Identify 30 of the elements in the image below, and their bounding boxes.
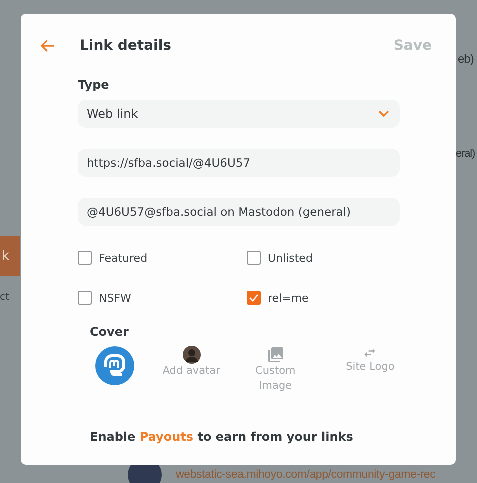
- checkbox-label: Featured: [99, 252, 148, 265]
- checkmark-icon: [249, 294, 259, 302]
- link-title: eb): [458, 52, 474, 66]
- checkbox-label: NSFW: [99, 292, 132, 305]
- payouts-link[interactable]: Payouts: [140, 430, 194, 444]
- save-button[interactable]: Save: [394, 38, 432, 54]
- checkbox-label: rel=me: [268, 292, 309, 305]
- checkbox[interactable]: [247, 251, 261, 265]
- cover-option[interactable]: Site Logo: [308, 346, 432, 376]
- checkbox[interactable]: [78, 251, 92, 265]
- link-title: eral): [456, 148, 476, 160]
- checkbox[interactable]: [78, 291, 92, 305]
- checkbox-label: Unlisted: [268, 252, 313, 265]
- avatar-icon: [182, 346, 201, 364]
- chevron-down-icon: [378, 110, 390, 118]
- mastodon-logo-icon: [95, 346, 136, 386]
- type-label: Type: [78, 78, 110, 92]
- image-icon: [266, 346, 285, 364]
- cover-label: Cover: [90, 325, 130, 339]
- checkbox[interactable]: [247, 291, 261, 305]
- type-select[interactable]: Web link: [78, 100, 400, 128]
- cover-option[interactable]: Custom Image: [242, 346, 309, 394]
- text-field[interactable]: @4U6U57@sfba.social on Mastodon (general): [78, 198, 400, 226]
- dialog-title: Link details: [80, 38, 172, 54]
- sidebar-text: ct: [0, 292, 10, 303]
- sidebar-button[interactable]: k: [0, 236, 20, 276]
- cover-option[interactable]: Add avatar: [140, 346, 242, 380]
- text-field[interactable]: https://sfba.social/@4U6U57: [78, 149, 400, 177]
- payouts-text: Enable Payouts to earn from your links: [90, 430, 354, 444]
- link-url[interactable]: webstatic-sea.mihoyo.com/app/community-game-rec: [176, 469, 436, 481]
